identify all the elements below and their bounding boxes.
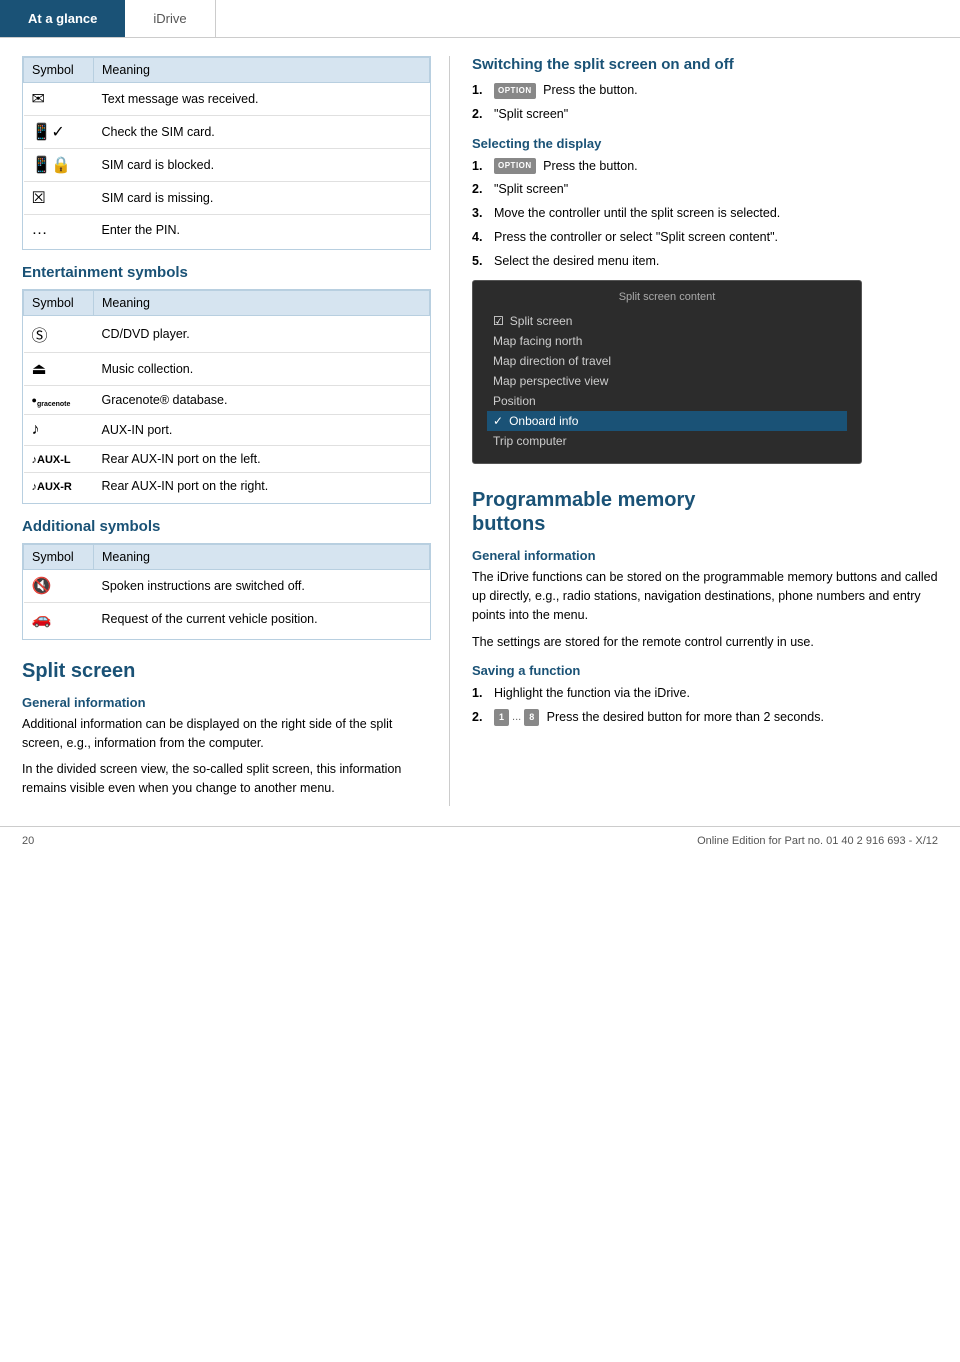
symbol-cell: ♪AUX-L (24, 445, 94, 472)
option-button-icon: OPTION (494, 83, 536, 99)
entertainment-heading: Entertainment symbols (22, 264, 431, 281)
tab-idrive[interactable]: iDrive (125, 0, 215, 37)
list-item: 1. OPTION Press the button. (472, 157, 938, 176)
additional-table-wrapper: Symbol Meaning 🔇 Spoken instructions are… (22, 543, 431, 640)
table-row: 📱✓ Check the SIM card. (24, 116, 430, 149)
table-row: 🔇 Spoken instructions are switched off. (24, 569, 430, 602)
split-menu-split-screen: ☑ Split screen (487, 311, 847, 331)
split-screen-menu-title: Split screen content (487, 291, 847, 303)
symbol-cell: 📱🔒 (24, 149, 94, 182)
page-header: At a glance iDrive (0, 0, 960, 38)
programmable-para1: The iDrive functions can be stored on th… (472, 568, 938, 624)
saving-steps-list: 1. Highlight the function via the iDrive… (472, 684, 938, 727)
split-menu-position: Position (487, 391, 847, 411)
programmable-para2: The settings are stored for the remote c… (472, 633, 938, 652)
list-item: 2. 1 ... 8 Press the desired button for … (472, 708, 938, 727)
table-row: 🚗 Request of the current vehicle positio… (24, 602, 430, 635)
programmable-general-info-heading: General information (472, 548, 938, 563)
meaning-cell: Gracenote® database. (94, 386, 430, 415)
selecting-display-heading: Selecting the display (472, 136, 938, 151)
symbol-cell: Ⓢ (24, 316, 94, 353)
split-menu-trip-computer: Trip computer (487, 431, 847, 451)
table-row: ●gracenote Gracenote® database. (24, 386, 430, 415)
add-col2-header: Meaning (94, 544, 430, 569)
meaning-cell: Music collection. (94, 353, 430, 386)
memory-buttons-icon: 1 ... 8 (494, 709, 539, 727)
entertainment-table: Symbol Meaning Ⓢ CD/DVD player. ⏏ Music … (23, 290, 430, 499)
list-item: 5. Select the desired menu item. (472, 252, 938, 271)
additional-table: Symbol Meaning 🔇 Spoken instructions are… (23, 544, 430, 635)
table-row: … Enter the PIN. (24, 215, 430, 246)
split-menu-map-north: Map facing north (487, 331, 847, 351)
ent-col1-header: Symbol (24, 291, 94, 316)
symbol-cell: ♪AUX-R (24, 472, 94, 499)
meaning-cell: Spoken instructions are switched off. (94, 569, 430, 602)
switching-heading: Switching the split screen on and off (472, 56, 938, 73)
symbol-cell: ☒ (24, 182, 94, 215)
list-item: 2. "Split screen" (472, 180, 938, 199)
list-item: 3. Move the controller until the split s… (472, 204, 938, 223)
symbol-cell: ●gracenote (24, 386, 94, 415)
programmable-memory-heading: Programmable memorybuttons (472, 488, 938, 536)
split-screen-menu-image: Split screen content ☑ Split screen Map … (472, 280, 862, 464)
meaning-cell: SIM card is missing. (94, 182, 430, 215)
meaning-cell: AUX-IN port. (94, 414, 430, 445)
table-row: ♪AUX-L Rear AUX-IN port on the left. (24, 445, 430, 472)
symbol-cell: 🔇 (24, 569, 94, 602)
symbol-cell: 🚗 (24, 602, 94, 635)
split-menu-map-direction: Map direction of travel (487, 351, 847, 371)
symbol-cell: ⏏ (24, 353, 94, 386)
phone-symbols-table: Symbol Meaning ✉ Text message was receiv… (23, 57, 430, 245)
selecting-steps-list: 1. OPTION Press the button. 2. "Split sc… (472, 157, 938, 271)
ent-col2-header: Meaning (94, 291, 430, 316)
table-row: Ⓢ CD/DVD player. (24, 316, 430, 353)
table-row: ♪ AUX-IN port. (24, 414, 430, 445)
table-row: ☒ SIM card is missing. (24, 182, 430, 215)
symbol-cell: ✉ (24, 83, 94, 116)
meaning-cell: Rear AUX-IN port on the right. (94, 472, 430, 499)
split-screen-heading: Split screen (22, 660, 431, 683)
list-item: 4. Press the controller or select "Split… (472, 228, 938, 247)
table-row: ♪AUX-R Rear AUX-IN port on the right. (24, 472, 430, 499)
meaning-cell: Check the SIM card. (94, 116, 430, 149)
meaning-cell: SIM card is blocked. (94, 149, 430, 182)
split-screen-para1: Additional information can be displayed … (22, 715, 431, 753)
table-row: ✉ Text message was received. (24, 83, 430, 116)
list-item: 2. "Split screen" (472, 105, 938, 124)
meaning-cell: Request of the current vehicle position. (94, 602, 430, 635)
additional-symbols-heading: Additional symbols (22, 518, 431, 535)
page-number: 20 (22, 835, 34, 847)
phone-table-col2-header: Meaning (94, 58, 430, 83)
split-screen-general-info-heading: General information (22, 695, 431, 710)
switching-steps-list: 1. OPTION Press the button. 2. "Split sc… (472, 81, 938, 124)
phone-symbols-table-wrapper: Symbol Meaning ✉ Text message was receiv… (22, 56, 431, 250)
meaning-cell: CD/DVD player. (94, 316, 430, 353)
list-item: 1. Highlight the function via the iDrive… (472, 684, 938, 703)
table-row: 📱🔒 SIM card is blocked. (24, 149, 430, 182)
split-screen-para2: In the divided screen view, the so-calle… (22, 760, 431, 798)
split-menu-onboard-info: ✓ Onboard info (487, 411, 847, 431)
table-row: ⏏ Music collection. (24, 353, 430, 386)
symbol-cell: ♪ (24, 414, 94, 445)
left-column: Symbol Meaning ✉ Text message was receiv… (0, 56, 450, 806)
tab-at-a-glance[interactable]: At a glance (0, 0, 125, 37)
meaning-cell: Enter the PIN. (94, 215, 430, 246)
option-button-icon: OPTION (494, 158, 536, 174)
split-menu-map-perspective: Map perspective view (487, 371, 847, 391)
phone-table-col1-header: Symbol (24, 58, 94, 83)
page-footer: 20 Online Edition for Part no. 01 40 2 9… (0, 826, 960, 855)
meaning-cell: Rear AUX-IN port on the left. (94, 445, 430, 472)
saving-function-heading: Saving a function (472, 663, 938, 678)
right-column: Switching the split screen on and off 1.… (450, 56, 960, 806)
symbol-cell: 📱✓ (24, 116, 94, 149)
meaning-cell: Text message was received. (94, 83, 430, 116)
list-item: 1. OPTION Press the button. (472, 81, 938, 100)
copyright-text: Online Edition for Part no. 01 40 2 916 … (697, 835, 938, 847)
add-col1-header: Symbol (24, 544, 94, 569)
symbol-cell: … (24, 215, 94, 246)
entertainment-table-wrapper: Symbol Meaning Ⓢ CD/DVD player. ⏏ Music … (22, 289, 431, 504)
main-content: Symbol Meaning ✉ Text message was receiv… (0, 38, 960, 806)
